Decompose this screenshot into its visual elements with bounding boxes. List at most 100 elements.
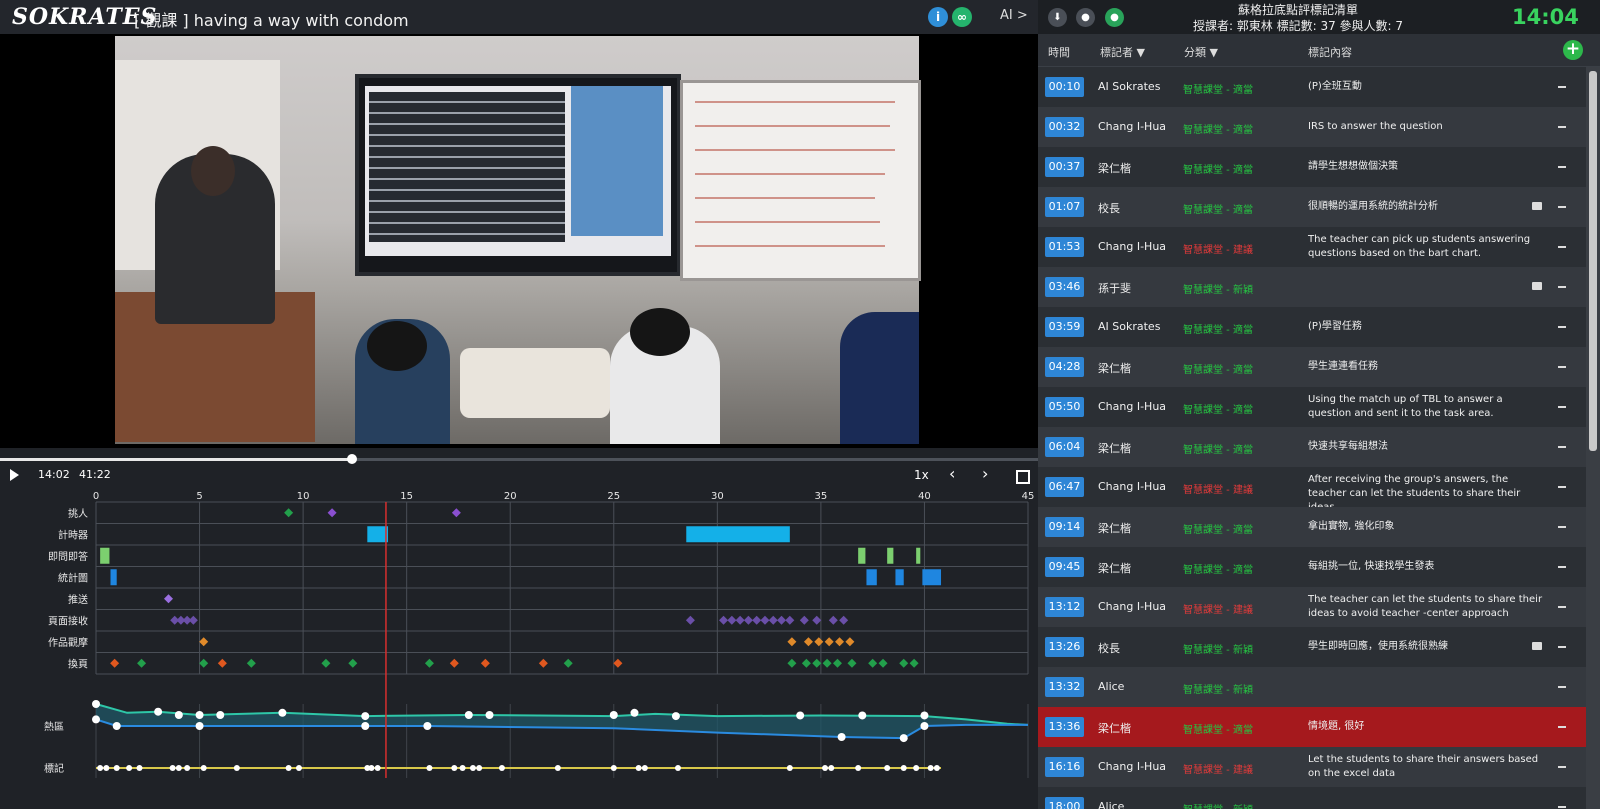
progress-bar[interactable] [0,454,1038,464]
timeline-event-bar[interactable] [916,547,921,564]
timeline-event-marker[interactable] [787,637,797,647]
heat-point[interactable] [154,707,163,716]
mark-time-badge[interactable]: 06:47 [1045,477,1084,497]
collapse-icon[interactable] [1558,206,1566,208]
mark-dot[interactable] [103,765,110,771]
group-icon[interactable]: ● [1105,8,1124,27]
scrollbar-thumb[interactable] [1589,71,1597,451]
mark-time-badge[interactable]: 01:53 [1045,237,1084,257]
mark-dot[interactable] [113,765,120,771]
mark-row[interactable]: 16:16 Chang I-Hua 智慧課堂 - 建議 Let the student… [1038,747,1586,787]
mark-dot[interactable] [822,765,829,771]
collapse-icon[interactable] [1558,406,1566,408]
mark-dot[interactable] [884,765,891,771]
timeline-event-bar[interactable] [866,569,877,586]
speed-button[interactable]: 1x [914,468,929,482]
mark-row[interactable]: 13:12 Chang I-Hua 智慧課堂 - 建議 The teacher can… [1038,587,1586,627]
mark-time-badge[interactable]: 00:37 [1045,157,1084,177]
collapse-icon[interactable] [1558,806,1566,808]
mark-row[interactable]: 13:32 Alice 智慧課堂 - 新穎 [1038,667,1586,707]
timeline-event-marker[interactable] [137,658,147,668]
mark-row[interactable]: 05:50 Chang I-Hua 智慧課堂 - 適當 Using the match… [1038,387,1586,427]
timeline-event-marker[interactable] [719,615,729,625]
heat-point[interactable] [423,722,432,730]
mark-dot[interactable] [459,765,466,771]
heat-point[interactable] [92,700,100,708]
timeline-event-marker[interactable] [480,658,490,668]
image-icon[interactable] [1532,642,1542,650]
mark-dot[interactable] [451,765,458,771]
timeline-event-marker[interactable] [799,615,809,625]
collapse-icon[interactable] [1558,766,1566,768]
heat-point[interactable] [92,715,100,724]
col-category[interactable]: 分類 ▼ [1184,44,1218,60]
timeline-event-marker[interactable] [760,615,770,625]
mark-dot[interactable] [786,765,793,771]
collapse-icon[interactable] [1558,286,1566,288]
mark-dot[interactable] [97,765,104,771]
heat-point[interactable] [361,712,370,721]
timeline-event-bar[interactable] [110,569,117,586]
heat-point[interactable] [278,708,287,717]
timeline-event-marker[interactable] [814,637,824,647]
timeline-event-marker[interactable] [777,615,787,625]
timeline-chart[interactable]: 0 5 10 15 20 25 30 35 40 45 挑人計時器即問即答統計圖推送頁面接收作品觀摩… [0,488,1038,788]
mark-row[interactable]: 13:26 校長 智慧課堂 - 新穎 學生即時回應，使用系統很熟練 [1038,627,1586,667]
timeline-event-marker[interactable] [824,637,834,647]
mark-row[interactable]: 13:36 梁仁楷 智慧課堂 - 適當 情境題, 很好 [1038,707,1586,747]
heat-point[interactable] [858,711,867,720]
fullscreen-icon[interactable] [1016,470,1030,484]
timeline-event-marker[interactable] [163,594,173,604]
mark-dot[interactable] [136,765,143,771]
mark-dot[interactable] [933,765,940,771]
timeline-event-marker[interactable] [348,658,358,668]
mark-time-badge[interactable]: 09:14 [1045,517,1084,537]
mark-row[interactable]: 04:28 梁仁楷 智慧課堂 - 適當 學生連連看任務 [1038,347,1586,387]
mark-dot[interactable] [469,765,476,771]
timeline-event-bar[interactable] [100,547,110,564]
image-icon[interactable] [1532,282,1542,290]
mark-dot[interactable] [900,765,907,771]
timeline-event-marker[interactable] [909,658,919,668]
collapse-icon[interactable] [1558,726,1566,728]
timeline-event-marker[interactable] [878,658,888,668]
mark-time-badge[interactable]: 09:45 [1045,557,1084,577]
mark-time-badge[interactable]: 05:50 [1045,397,1084,417]
timeline-event-marker[interactable] [828,615,838,625]
timeline-event-bar[interactable] [858,547,866,564]
timeline-event-marker[interactable] [563,658,573,668]
timeline-event-marker[interactable] [743,615,753,625]
timeline-event-bar[interactable] [367,526,389,543]
heat-point[interactable] [361,722,370,730]
heat-point[interactable] [485,711,494,719]
timeline-event-marker[interactable] [803,637,813,647]
mark-dot[interactable] [674,765,681,771]
timeline-event-marker[interactable] [284,508,294,518]
timeline-event-marker[interactable] [685,615,695,625]
mark-dot[interactable] [927,765,934,771]
mark-dot[interactable] [175,765,182,771]
mark-time-badge[interactable]: 00:32 [1045,117,1084,137]
timeline-event-marker[interactable] [812,658,822,668]
mark-time-badge[interactable]: 13:32 [1045,677,1084,697]
mark-dot[interactable] [285,765,292,771]
timeline-event-marker[interactable] [845,637,855,647]
heat-point[interactable] [216,711,225,719]
timeline-event-bar[interactable] [922,569,942,586]
heat-point[interactable] [671,712,680,721]
mark-dot[interactable] [426,765,433,771]
mark-row[interactable]: 09:14 梁仁楷 智慧課堂 - 適當 拿出實物, 強化印象 [1038,507,1586,547]
timeline-event-marker[interactable] [822,658,832,668]
chevron-right-icon[interactable]: › [982,466,988,482]
timeline-event-marker[interactable] [424,658,434,668]
video-frame[interactable] [0,34,1038,448]
heat-point[interactable] [920,722,929,730]
timeline-event-marker[interactable] [188,615,198,625]
collapse-icon[interactable] [1558,166,1566,168]
timeline-event-marker[interactable] [839,615,849,625]
heat-point[interactable] [920,711,929,720]
timeline-event-marker[interactable] [785,615,795,625]
heat-point[interactable] [112,722,121,730]
timeline-event-marker[interactable] [199,637,209,647]
download-icon[interactable]: ⬇ [1048,8,1067,27]
